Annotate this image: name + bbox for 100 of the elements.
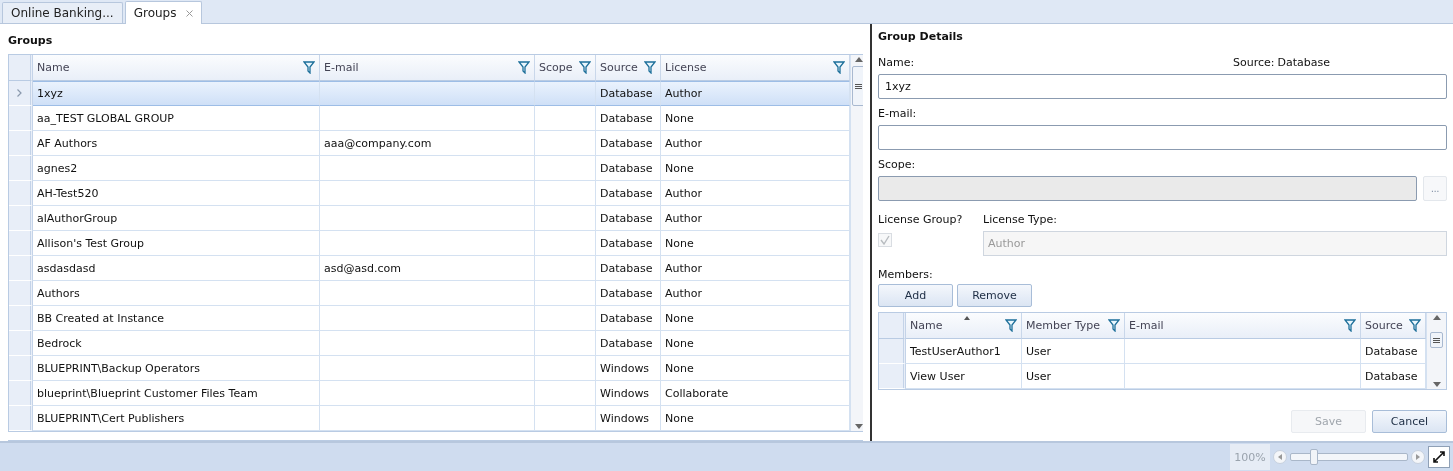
table-cell: Bedrock [33, 331, 320, 356]
filter-icon[interactable] [1108, 319, 1120, 332]
name-field[interactable]: 1xyz [878, 74, 1447, 99]
table-cell: Database [596, 256, 661, 281]
email-field[interactable] [878, 125, 1447, 150]
table-cell: Author [661, 206, 850, 231]
table-cell: asdasdasd [33, 256, 320, 281]
row-header[interactable] [9, 381, 33, 406]
zoom-out-button[interactable] [1273, 450, 1287, 464]
scrollbar[interactable] [1426, 313, 1446, 389]
remove-button[interactable]: Remove [957, 284, 1032, 307]
row-header[interactable] [9, 131, 33, 156]
tab[interactable]: Groups [124, 1, 203, 24]
row-header[interactable] [9, 356, 33, 381]
cancel-button[interactable]: Cancel [1372, 410, 1447, 433]
column-header[interactable]: E-mail [320, 55, 535, 81]
slider-thumb[interactable] [1310, 449, 1319, 465]
table-cell: Author [661, 256, 850, 281]
table-cell: Database [596, 281, 661, 306]
row-header[interactable] [879, 339, 906, 364]
table-cell [535, 381, 596, 406]
column-header[interactable]: Source [596, 55, 661, 81]
row-header[interactable] [879, 364, 906, 389]
chevron-right-icon [17, 89, 22, 97]
fullscreen-button[interactable] [1428, 446, 1450, 468]
row-header[interactable] [9, 331, 33, 356]
row-header[interactable] [9, 406, 33, 431]
filter-icon[interactable] [644, 61, 656, 74]
grip-icon [1433, 337, 1440, 343]
table-cell [535, 81, 596, 106]
column-header[interactable]: License [661, 55, 850, 81]
row-header[interactable] [9, 206, 33, 231]
table-cell: None [661, 331, 850, 356]
table-cell [535, 131, 596, 156]
table-cell: 1xyz [33, 81, 320, 106]
table-cell: Author [661, 281, 850, 306]
table-cell: Database [596, 81, 661, 106]
table-cell: Author [661, 131, 850, 156]
browse-button[interactable]: ... [1423, 176, 1447, 201]
table-cell: Windows [596, 406, 661, 431]
table-cell: BB Created at Instance [33, 306, 320, 331]
row-header[interactable] [9, 256, 33, 281]
table-cell: Windows [596, 356, 661, 381]
column-header[interactable]: Member Type [1022, 313, 1125, 339]
source-value: Database [1277, 56, 1330, 70]
row-header[interactable] [9, 281, 33, 306]
table-cell: Authors [33, 281, 320, 306]
table-cell: BLUEPRINT\Backup Operators [33, 356, 320, 381]
table-cell: alAuthorGroup [33, 206, 320, 231]
table-cell: AF Authors [33, 131, 320, 156]
zoom-in-button[interactable] [1411, 450, 1425, 464]
filter-icon[interactable] [1344, 319, 1356, 332]
scrollbar[interactable] [850, 55, 863, 431]
row-header[interactable] [9, 231, 33, 256]
column-header[interactable]: E-mail [1125, 313, 1361, 339]
filter-icon[interactable] [1005, 319, 1017, 332]
filter-icon[interactable] [303, 61, 315, 74]
table-cell: Windows [596, 381, 661, 406]
table-cell: Database [596, 156, 661, 181]
close-icon[interactable] [186, 9, 194, 17]
filter-icon[interactable] [518, 61, 530, 74]
column-header[interactable]: Source [1361, 313, 1426, 339]
add-button[interactable]: Add [878, 284, 953, 307]
row-header[interactable] [9, 156, 33, 181]
panel-title: Group Details [878, 30, 964, 45]
table-cell: Database [596, 106, 661, 131]
up-arrow-icon[interactable] [1432, 315, 1441, 320]
filter-icon[interactable] [579, 61, 591, 74]
table-cell [535, 406, 596, 431]
filter-icon[interactable] [833, 61, 845, 74]
table-cell: None [661, 106, 850, 131]
table-cell [535, 106, 596, 131]
row-header[interactable] [9, 106, 33, 131]
table-cell: agnes2 [33, 156, 320, 181]
column-header[interactable]: Name [33, 55, 320, 81]
row-header[interactable] [9, 81, 33, 106]
column-header[interactable]: Name [906, 313, 1022, 339]
filter-icon[interactable] [1409, 319, 1421, 332]
table-cell [535, 331, 596, 356]
column-header[interactable]: Scope [535, 55, 596, 81]
table-cell [535, 256, 596, 281]
tab[interactable]: Online Banking... [2, 2, 123, 23]
expand-icon [1432, 450, 1446, 464]
table-cell: None [661, 156, 850, 181]
table-cell: Database [596, 231, 661, 256]
table-cell: Database [596, 206, 661, 231]
table-cell: Author [661, 81, 850, 106]
field-label: E-mail: [878, 107, 918, 121]
down-arrow-icon[interactable] [1432, 382, 1441, 387]
field-label: Name: [878, 56, 916, 70]
down-arrow-icon[interactable] [854, 424, 863, 429]
row-header[interactable] [9, 181, 33, 206]
table-cell: None [661, 231, 850, 256]
grip-icon [855, 83, 862, 89]
table-cell: Database [596, 306, 661, 331]
up-arrow-icon[interactable] [854, 57, 863, 62]
table-cell: None [661, 406, 850, 431]
table-cell: Database [596, 131, 661, 156]
row-header[interactable] [9, 306, 33, 331]
table-cell: View User [906, 364, 1022, 389]
